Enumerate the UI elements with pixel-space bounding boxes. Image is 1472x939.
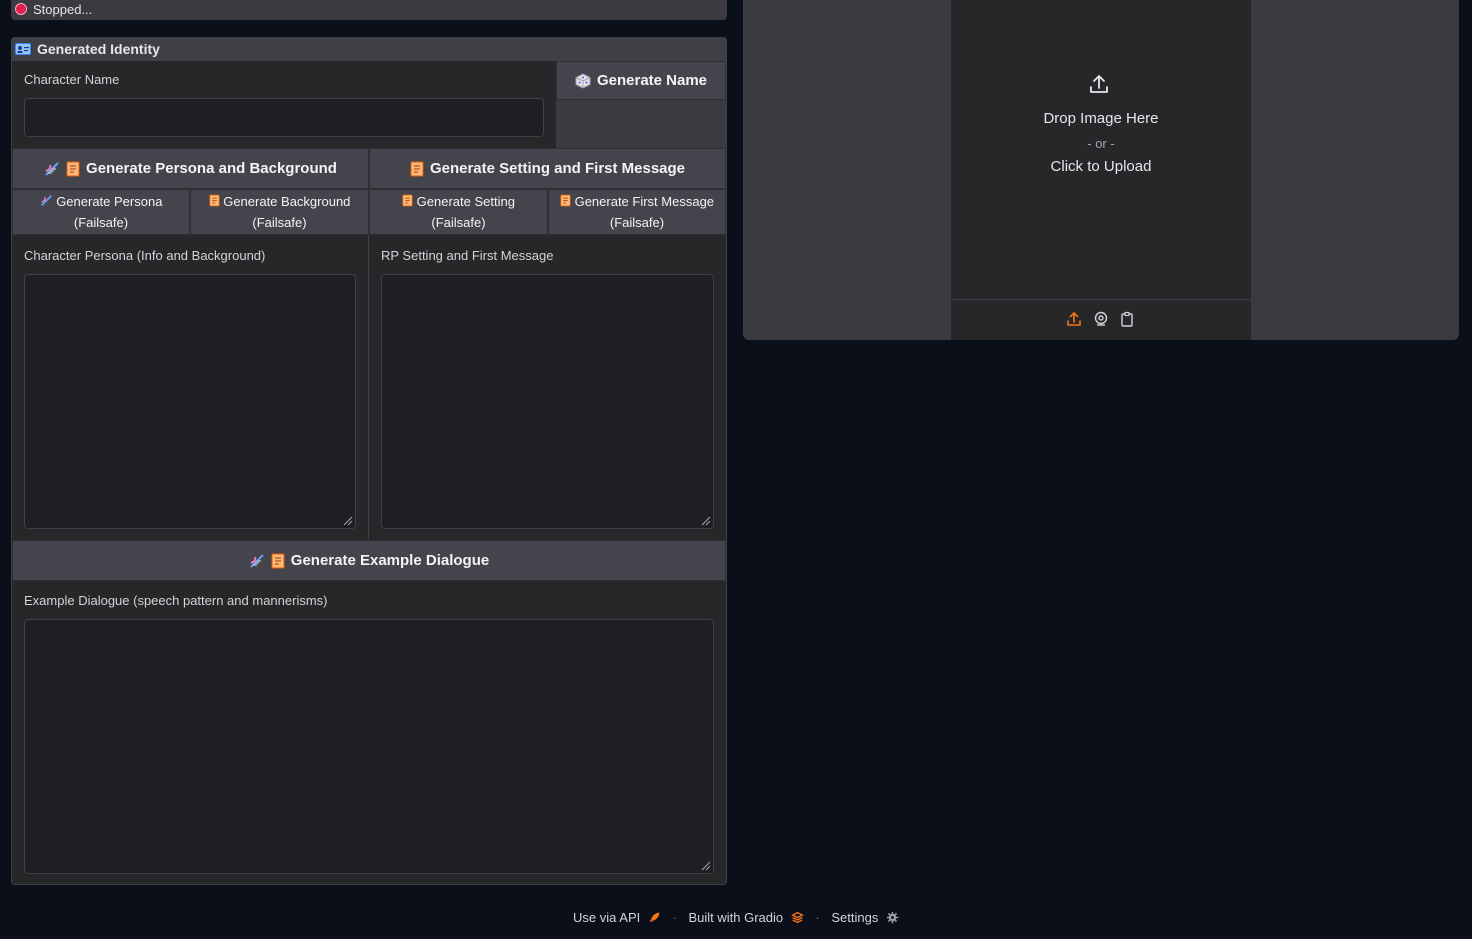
generate-background-failsafe-button[interactable]: Generate Background (Failsafe)	[190, 189, 369, 235]
persona-textarea[interactable]	[24, 274, 356, 529]
generate-setting-failsafe-button[interactable]: Generate Setting (Failsafe)	[369, 189, 548, 235]
scroll-icon	[402, 194, 413, 207]
dialogue-textarea[interactable]	[24, 619, 714, 874]
scroll-icon	[66, 161, 80, 176]
generate-setting-first-message-label: Generate Setting and First Message	[429, 160, 686, 177]
dna-icon	[45, 161, 59, 176]
setting-failsafe-line2: (Failsafe)	[431, 215, 486, 230]
use-via-api-label: Use via API	[573, 910, 641, 925]
settings-label: Settings	[831, 910, 879, 925]
background-failsafe-line2: (Failsafe)	[252, 215, 307, 230]
generate-name-button[interactable]: Generate Name	[556, 61, 726, 100]
scroll-icon	[560, 194, 571, 207]
upload-arrow-icon	[1090, 75, 1108, 93]
generate-example-dialogue-label: Generate Example Dialogue	[290, 552, 490, 569]
generate-name-label: Generate Name	[596, 72, 708, 89]
status-stopped-icon	[15, 3, 27, 15]
generated-identity-header: Generated Identity	[11, 37, 727, 61]
dna-icon	[250, 553, 264, 568]
panel-title: Generated Identity	[37, 41, 160, 57]
drop-image-text: Drop Image Here	[1043, 110, 1159, 127]
or-text: - or -	[1087, 136, 1115, 151]
generate-example-dialogue-button[interactable]: Generate Example Dialogue	[12, 540, 726, 581]
generate-persona-background-label: Generate Persona and Background	[86, 160, 337, 177]
upload-icon[interactable]	[1066, 311, 1082, 327]
built-with-gradio-label: Built with Gradio	[688, 910, 784, 925]
generate-persona-background-button[interactable]: Generate Persona and Background	[12, 148, 369, 189]
generate-setting-first-message-button[interactable]: Generate Setting and First Message	[369, 148, 726, 189]
status-bar: Stopped...	[11, 0, 727, 20]
built-with-gradio-link[interactable]: Built with Gradio	[688, 910, 807, 925]
generate-first-message-failsafe-button[interactable]: Generate First Message (Failsafe)	[548, 189, 726, 235]
character-name-input[interactable]	[24, 98, 544, 137]
column-divider	[368, 235, 369, 540]
setting-label: RP Setting and First Message	[381, 248, 554, 263]
id-card-icon	[15, 43, 31, 55]
persona-failsafe-line1: Generate Persona	[56, 194, 163, 209]
character-name-label: Character Name	[24, 72, 120, 87]
persona-failsafe-line2: (Failsafe)	[73, 215, 129, 230]
clipboard-icon[interactable]	[1119, 311, 1135, 327]
scroll-icon	[271, 553, 285, 568]
gear-icon	[886, 911, 899, 924]
gradio-logo-icon	[790, 911, 804, 924]
first-message-failsafe-line2: (Failsafe)	[609, 215, 665, 230]
setting-textarea[interactable]	[381, 274, 714, 529]
settings-link[interactable]: Settings	[831, 910, 899, 925]
footer-separator: ·	[815, 910, 820, 925]
resize-handle-icon[interactable]	[341, 514, 353, 526]
status-text: Stopped...	[33, 2, 93, 17]
dna-icon	[40, 195, 52, 206]
rocket-icon	[649, 912, 660, 923]
persona-label: Character Persona (Info and Background)	[24, 248, 266, 263]
dice-icon	[575, 72, 591, 89]
generate-persona-failsafe-button[interactable]: Generate Persona (Failsafe)	[12, 189, 190, 235]
use-via-api-link[interactable]: Use via API	[573, 910, 664, 925]
footer-separator: ·	[672, 910, 677, 925]
webcam-icon[interactable]	[1093, 311, 1109, 327]
resize-handle-icon[interactable]	[699, 514, 711, 526]
dialogue-label: Example Dialogue (speech pattern and man…	[24, 593, 328, 608]
click-to-upload-text[interactable]: Click to Upload	[951, 158, 1251, 175]
first-message-failsafe-line1: Generate First Message	[574, 194, 715, 209]
scroll-icon	[208, 194, 220, 207]
setting-failsafe-line1: Generate Setting	[416, 194, 515, 209]
footer: Use via API · Built with Gradio · Settin…	[0, 910, 1472, 934]
background-failsafe-line1: Generate Background	[223, 194, 351, 209]
resize-handle-icon[interactable]	[699, 859, 711, 871]
scroll-icon	[410, 161, 424, 176]
